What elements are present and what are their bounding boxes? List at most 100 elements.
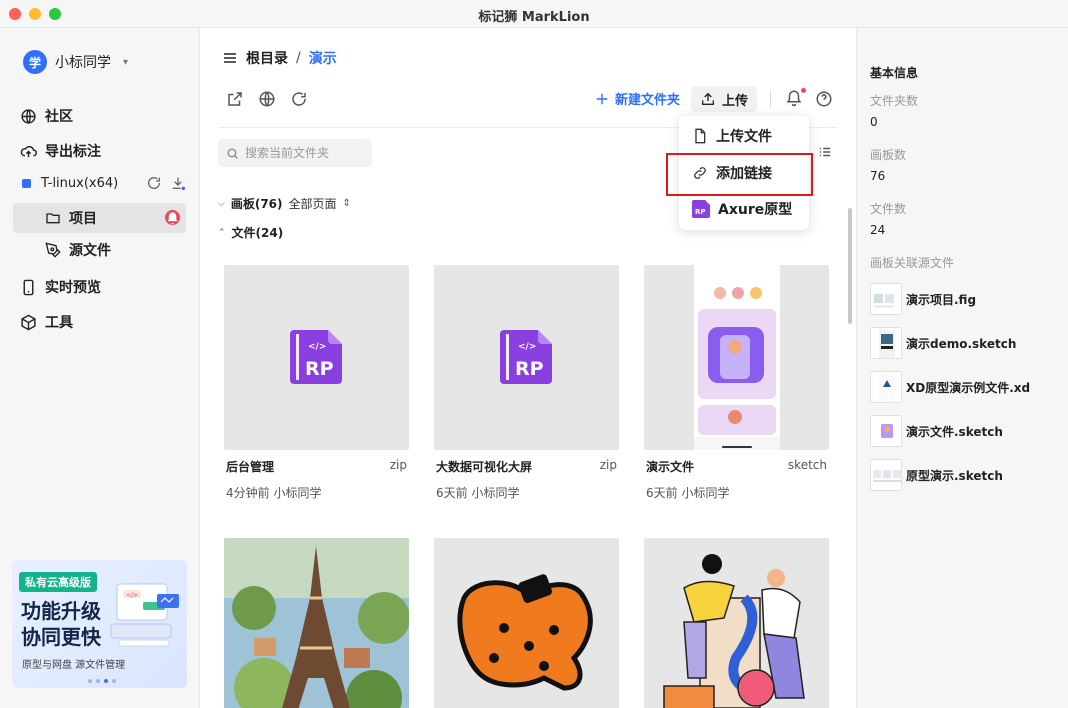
- scrollbar[interactable]: [848, 208, 852, 324]
- promo-illustration: </>: [110, 583, 179, 647]
- file-name: 演示文件: [646, 460, 695, 474]
- file-thumbnail: [644, 538, 829, 708]
- highlight-box: [666, 153, 813, 196]
- phone-icon: [23, 279, 34, 295]
- bell-icon[interactable]: [785, 89, 803, 107]
- linked-file-name: XD原型演示例文件.xd: [906, 380, 1031, 395]
- menu-icon[interactable]: [222, 50, 238, 66]
- sidebar-item-tools[interactable]: 工具: [20, 312, 73, 332]
- search-icon: [227, 148, 238, 159]
- file-thumbnail: [434, 538, 619, 708]
- linked-file-thumbnail: [870, 371, 902, 403]
- sidebar-item-label: 工具: [45, 315, 73, 331]
- files-section-header[interactable]: ⌃ 文件(24): [218, 224, 283, 241]
- upload-button[interactable]: 上传: [691, 86, 757, 112]
- sidebar-item-export[interactable]: 导出标注: [20, 141, 101, 161]
- file-card[interactable]: </> RP 后台管理 zip 4分钟前 小标同学: [224, 265, 409, 501]
- menu-item-axure[interactable]: RP Axure原型: [679, 191, 809, 227]
- info-panel: 基本信息 文件夹数 0 画板数 76 文件数 24 画板关联源文件 演示项目.f…: [856, 28, 1068, 708]
- axure-rp-icon: </> RP: [500, 330, 552, 384]
- sidebar-item-label: 源文件: [69, 243, 111, 259]
- list-view-icon[interactable]: [818, 145, 832, 159]
- promo-tag: 私有云高级版: [19, 572, 97, 592]
- refresh-icon[interactable]: [146, 175, 162, 191]
- title-bar: 标记狮 MarkLion: [0, 0, 1068, 28]
- svg-text:RP: RP: [515, 358, 544, 380]
- notification-dot: [801, 88, 806, 93]
- axure-rp-icon: RP: [692, 200, 710, 218]
- file-extension: zip: [599, 458, 617, 472]
- breadcrumb-root[interactable]: 根目录: [246, 48, 288, 68]
- file-meta: 4分钟前 小标同学: [226, 486, 322, 500]
- file-thumbnail: [224, 538, 409, 708]
- menu-item-label: 上传文件: [716, 129, 772, 145]
- team-selector[interactable]: T-linux(x64): [22, 175, 186, 191]
- boards-section-header[interactable]: ⌵ 画板(76) 全部页面 ⇕: [218, 195, 351, 212]
- chevron-up-icon: ⌃: [218, 227, 226, 238]
- orange-character-image: [434, 538, 619, 708]
- file-card[interactable]: [224, 538, 409, 708]
- promo-headline: 功能升级 协同更快: [21, 598, 101, 650]
- linked-file-item[interactable]: 演示项目.fig: [870, 283, 976, 315]
- linked-file-thumbnail: [870, 459, 902, 491]
- promo-pagination[interactable]: [88, 679, 116, 683]
- folder-count-value: 0: [870, 115, 878, 129]
- file-thumbnail: </> RP: [224, 265, 409, 450]
- file-meta: 6天前 小标同学: [436, 486, 520, 500]
- globe-icon[interactable]: [258, 90, 276, 108]
- sidebar-item-label: 社区: [45, 109, 73, 125]
- sidebar-item-label: 实时预览: [45, 280, 101, 296]
- cloud-upload-icon: [20, 145, 37, 157]
- info-title: 基本信息: [870, 66, 919, 80]
- file-card[interactable]: [434, 538, 619, 708]
- folder-count-label: 文件夹数: [870, 94, 919, 108]
- svg-text:</>: </>: [126, 592, 138, 599]
- sidebar-item-preview[interactable]: 实时预览: [20, 277, 101, 297]
- linked-file-item[interactable]: 演示demo.sketch: [870, 327, 1016, 359]
- linked-file-item[interactable]: XD原型演示例文件.xd: [870, 371, 1030, 403]
- promo-banner[interactable]: 私有云高级版 功能升级 协同更快 原型与网盘 源文件管理 </>: [12, 560, 187, 688]
- download-icon[interactable]: [170, 175, 186, 191]
- svg-text:</>: </>: [518, 342, 536, 352]
- cube-icon: [21, 314, 36, 330]
- boards-section-title: 画板(76): [230, 197, 283, 211]
- linked-file-name: 演示文件.sketch: [906, 424, 1003, 439]
- linked-file-thumbnail: [870, 283, 902, 315]
- user-name: 小标同学: [55, 55, 111, 71]
- linked-file-name: 演示项目.fig: [906, 292, 977, 307]
- board-count-label: 画板数: [870, 148, 907, 162]
- team-illustration-image: [644, 538, 829, 708]
- linked-file-item[interactable]: 原型演示.sketch: [870, 459, 1003, 491]
- new-folder-button[interactable]: 新建文件夹: [595, 89, 680, 108]
- menu-item-upload-file[interactable]: 上传文件: [679, 118, 809, 154]
- sidebar-item-source[interactable]: 源文件: [13, 235, 186, 265]
- file-card[interactable]: 演示文件 sketch 6天前 小标同学: [644, 265, 829, 501]
- help-icon[interactable]: [815, 90, 833, 108]
- file-thumbnail: [644, 265, 829, 450]
- search-box[interactable]: [218, 139, 372, 167]
- file-thumbnail: </> RP: [434, 265, 619, 450]
- linked-file-thumbnail: [870, 415, 902, 447]
- file-card[interactable]: [644, 538, 829, 708]
- linked-file-name: 原型演示.sketch: [906, 468, 1003, 483]
- team-color-dot: [22, 178, 31, 188]
- sidebar-item-project[interactable]: 项目: [13, 203, 186, 233]
- plus-icon: [596, 93, 608, 104]
- pen-tool-icon: [45, 242, 61, 258]
- user-menu[interactable]: 学 小标同学 ▾: [23, 50, 128, 74]
- svg-text:RP: RP: [695, 208, 706, 216]
- sidebar-item-community[interactable]: 社区: [20, 106, 73, 126]
- linked-file-item[interactable]: 演示文件.sketch: [870, 415, 1003, 447]
- boards-filter[interactable]: 全部页面: [289, 195, 337, 212]
- promo-line-2: 协同更快: [21, 625, 101, 649]
- external-link-icon[interactable]: [226, 90, 244, 108]
- file-count-label: 文件数: [870, 202, 907, 216]
- chevron-down-icon: ▾: [123, 56, 129, 68]
- file-card[interactable]: </> RP 大数据可视化大屏 zip 6天前 小标同学: [434, 265, 619, 501]
- refresh-icon[interactable]: [290, 90, 308, 108]
- linked-files-label: 画板关联源文件: [870, 256, 955, 270]
- breadcrumb-current[interactable]: 演示: [309, 48, 337, 68]
- search-input[interactable]: [245, 146, 365, 160]
- file-name: 后台管理: [226, 460, 275, 474]
- sidebar-item-label: 导出标注: [45, 144, 101, 160]
